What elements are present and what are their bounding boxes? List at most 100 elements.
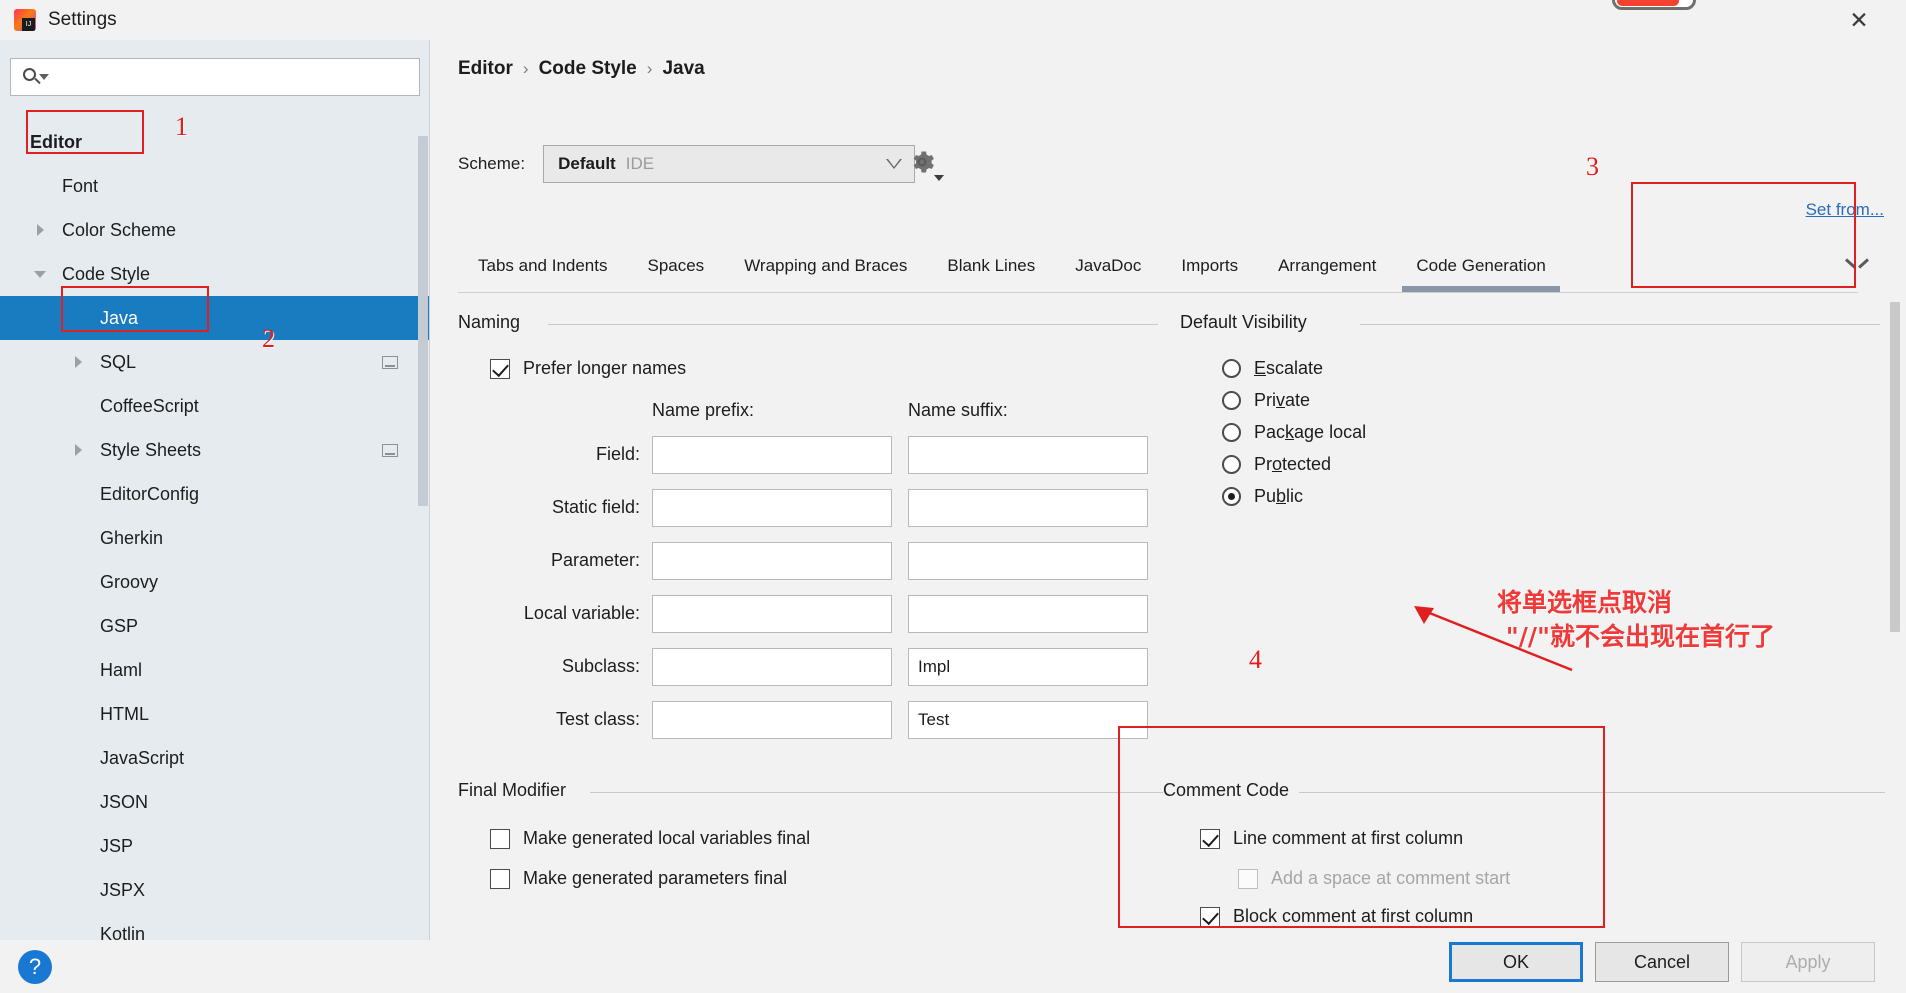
- visibility-radio-protected[interactable]: Protected: [1222, 454, 1331, 475]
- default-visibility-group-title: Default Visibility: [1180, 312, 1317, 333]
- main-scrollbar[interactable]: [1890, 302, 1900, 632]
- naming-prefix-input[interactable]: [652, 595, 892, 633]
- sidebar-item-label: JSON: [100, 791, 149, 812]
- checkbox-glyph: [1200, 906, 1220, 927]
- naming-prefix-input[interactable]: [652, 489, 892, 527]
- tab-wrapping-and-braces[interactable]: Wrapping and Braces: [724, 240, 927, 292]
- naming-suffix-input[interactable]: [908, 489, 1148, 527]
- sidebar-item-label: JSP: [100, 835, 134, 856]
- sidebar-item-color-scheme[interactable]: Color Scheme: [0, 208, 430, 252]
- sidebar-scrollbar[interactable]: [418, 136, 428, 506]
- sidebar-item-label: Java: [100, 307, 139, 328]
- checkbox-glyph: [490, 868, 510, 889]
- breadcrumb-item-java[interactable]: Java: [662, 58, 704, 80]
- naming-suffix-input[interactable]: Test: [908, 701, 1148, 739]
- tab-imports[interactable]: Imports: [1161, 240, 1258, 292]
- sidebar-item-groovy[interactable]: Groovy: [0, 560, 430, 604]
- cancel-button[interactable]: Cancel: [1595, 942, 1729, 982]
- sidebar-item-java[interactable]: Java: [0, 296, 430, 340]
- breadcrumb-item-code-style[interactable]: Code Style: [539, 58, 637, 80]
- naming-row-label: Field:: [595, 444, 640, 464]
- sidebar-item-gsp[interactable]: GSP: [0, 604, 430, 648]
- scheme-value: Default: [558, 154, 616, 173]
- visibility-radio-package-local[interactable]: Package local: [1222, 422, 1366, 443]
- tab-tabs-and-indents[interactable]: Tabs and Indents: [458, 240, 627, 292]
- naming-suffix-input[interactable]: Impl: [908, 648, 1148, 686]
- tab-code-generation[interactable]: Code Generation: [1396, 240, 1565, 292]
- tab-spaces[interactable]: Spaces: [627, 240, 724, 292]
- sidebar-item-label: Font: [62, 175, 99, 196]
- sidebar-item-style-sheets[interactable]: Style Sheets: [0, 428, 430, 472]
- sidebar-item-jspx[interactable]: JSPX: [0, 868, 430, 912]
- annotation-number-4: 4: [1249, 645, 1262, 674]
- tab-blank-lines[interactable]: Blank Lines: [927, 240, 1055, 292]
- tab-arrangement[interactable]: Arrangement: [1258, 240, 1396, 292]
- name-prefix-column-header: Name prefix:: [652, 400, 755, 420]
- set-from-link[interactable]: Set from...: [1806, 200, 1884, 220]
- comment-code-label: Block comment at first column: [1233, 906, 1474, 926]
- close-icon[interactable]: ✕: [1842, 4, 1876, 36]
- breadcrumb-separator: ›: [522, 59, 529, 78]
- naming-prefix-input[interactable]: [652, 701, 892, 739]
- sidebar-item-json[interactable]: JSON: [0, 780, 430, 824]
- comment-code-group-line-right: [1325, 792, 1885, 793]
- sidebar-item-font[interactable]: Font: [0, 164, 430, 208]
- code-style-tabs: Tabs and Indents Spaces Wrapping and Brace…: [458, 240, 1878, 292]
- visibility-radio-escalate[interactable]: Escalate: [1222, 358, 1323, 379]
- breadcrumb-item-editor[interactable]: Editor: [458, 58, 513, 80]
- sidebar-item-jsp[interactable]: JSP: [0, 824, 430, 868]
- sidebar-item-label: GSP: [100, 615, 139, 636]
- annotation-number-3: 3: [1586, 152, 1599, 181]
- naming-suffix-input[interactable]: [908, 542, 1148, 580]
- help-icon[interactable]: ?: [18, 950, 52, 984]
- ok-button[interactable]: OK: [1449, 942, 1583, 982]
- visibility-radio-private[interactable]: Private: [1222, 390, 1310, 411]
- naming-prefix-input[interactable]: [652, 648, 892, 686]
- visibility-radio-public[interactable]: Public: [1222, 486, 1303, 507]
- intellij-idea-logo-icon: [14, 9, 36, 31]
- naming-row-label: Local variable:: [523, 603, 640, 623]
- visibility-radio-label: Escalate: [1254, 358, 1324, 378]
- sidebar-item-javascript[interactable]: JavaScript: [0, 736, 430, 780]
- final-modifier-checkbox-1[interactable]: Make generated parameters final: [490, 868, 787, 889]
- naming-suffix-input[interactable]: [908, 595, 1148, 633]
- checkbox-glyph: [1238, 868, 1258, 889]
- comment-code-checkbox-2[interactable]: Block comment at first column: [1200, 906, 1473, 927]
- checkbox-glyph: [490, 358, 510, 379]
- chevron-down-icon[interactable]: [34, 267, 48, 281]
- gear-icon[interactable]: [908, 148, 944, 182]
- search-input[interactable]: [47, 60, 419, 94]
- comment-code-group-line-left: [1120, 792, 1160, 793]
- naming-prefix-input[interactable]: [652, 542, 892, 580]
- tab-javadoc[interactable]: JavaDoc: [1055, 240, 1161, 292]
- scheme-row: Scheme: Default IDE: [458, 145, 944, 183]
- window-title: Settings: [48, 9, 117, 30]
- comment-code-checkbox-0[interactable]: Line comment at first column: [1200, 828, 1463, 849]
- chevron-right-icon[interactable]: [72, 443, 86, 457]
- sidebar-item-code-style[interactable]: Code Style: [0, 252, 430, 296]
- chevron-down-icon[interactable]: [1846, 256, 1868, 274]
- search-box[interactable]: [10, 58, 420, 96]
- chevron-right-icon[interactable]: [34, 223, 48, 237]
- chevron-right-icon[interactable]: [72, 355, 86, 369]
- scheme-dropdown[interactable]: Default IDE: [543, 145, 916, 183]
- sidebar-item-editorconfig[interactable]: EditorConfig: [0, 472, 430, 516]
- naming-row-label: Parameter:: [550, 550, 640, 570]
- settings-tree: Editor Font Color Scheme Code Style Java SQL C…: [0, 120, 430, 944]
- sidebar-item-html[interactable]: HTML: [0, 692, 430, 736]
- prefer-longer-names-checkbox[interactable]: Prefer longer names: [490, 358, 686, 379]
- naming-prefix-input[interactable]: [652, 436, 892, 474]
- naming-suffix-input[interactable]: [908, 436, 1148, 474]
- final-modifier-label: Make generated parameters final: [523, 868, 788, 888]
- final-modifier-checkbox-0[interactable]: Make generated local variables final: [490, 828, 810, 849]
- sidebar-item-haml[interactable]: Haml: [0, 648, 430, 692]
- settings-main-panel: Editor › Code Style › Java Scheme: Defau…: [430, 40, 1906, 940]
- sidebar-item-gherkin[interactable]: Gherkin: [0, 516, 430, 560]
- sidebar-item-editor[interactable]: Editor: [0, 120, 430, 164]
- final-modifier-group-title: Final Modifier: [458, 780, 577, 801]
- settings-sidebar: Editor Font Color Scheme Code Style Java SQL C…: [0, 40, 430, 944]
- prefer-longer-names-label: Prefer longer names: [523, 358, 687, 378]
- sidebar-item-sql[interactable]: SQL: [0, 340, 430, 384]
- sidebar-item-coffeescript[interactable]: CoffeeScript: [0, 384, 430, 428]
- breadcrumb-separator: ›: [646, 59, 653, 78]
